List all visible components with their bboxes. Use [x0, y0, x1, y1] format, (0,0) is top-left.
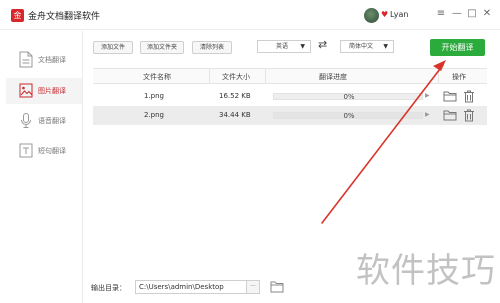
table-row[interactable]: 1.png 16.52 KB 0% ▶ — [93, 87, 487, 106]
file-size: 34.44 KB — [219, 111, 251, 119]
chevron-down-icon: ▼ — [383, 43, 388, 50]
column-divider — [438, 69, 439, 84]
table-row[interactable]: 2.png 34.44 KB 0% ▶ — [93, 106, 487, 125]
delete-icon[interactable] — [463, 90, 475, 103]
source-language-select[interactable]: 英语 ▼ — [257, 40, 311, 53]
sidebar-item-sentence-translate[interactable]: 短句翻译 — [6, 138, 82, 164]
open-output-folder-icon[interactable] — [270, 280, 284, 293]
close-button[interactable]: ✕ — [480, 7, 494, 21]
output-directory-label: 输出目录： — [91, 284, 126, 292]
play-icon[interactable]: ▶ — [425, 92, 430, 99]
column-divider — [209, 69, 210, 84]
progress-text: 0% — [343, 93, 355, 101]
menu-button[interactable]: ≡ — [434, 7, 448, 21]
text-icon — [19, 143, 33, 158]
chevron-down-icon: ▼ — [300, 43, 305, 50]
play-icon[interactable]: ▶ — [425, 111, 430, 118]
swap-languages-icon[interactable]: ⇄ — [318, 38, 327, 51]
app-logo-icon: 金 — [11, 9, 24, 22]
microphone-icon — [21, 113, 31, 128]
sidebar-item-image-translate[interactable]: 图片翻译 — [6, 78, 82, 104]
progress-bar: 0% — [273, 93, 423, 101]
sidebar-item-label: 语音翻译 — [38, 117, 66, 125]
progress-bar: 0% — [273, 112, 423, 120]
add-file-button[interactable]: 添加文件 — [93, 41, 133, 54]
header-progress: 翻译进度 — [319, 73, 347, 81]
file-name: 1.png — [144, 92, 165, 100]
user-avatar[interactable] — [364, 8, 379, 23]
sidebar-item-label: 短句翻译 — [38, 147, 66, 155]
output-directory-input[interactable]: C:\Users\admin\Desktop — [135, 280, 247, 294]
sidebar-item-voice-translate[interactable]: 语音翻译 — [6, 108, 82, 134]
add-folder-button[interactable]: 添加文件夹 — [140, 41, 184, 54]
sidebar-item-label: 文档翻译 — [38, 56, 66, 64]
minimize-button[interactable]: — — [450, 7, 464, 21]
image-icon — [19, 83, 33, 98]
progress-text: 0% — [343, 112, 355, 120]
vip-heart-icon: ♥ — [381, 10, 389, 19]
sidebar-item-label: 图片翻译 — [38, 87, 66, 95]
clear-list-button[interactable]: 清除列表 — [192, 41, 232, 54]
target-language-select[interactable]: 简体中文 ▼ — [340, 40, 394, 53]
source-language-value: 英语 — [276, 43, 289, 50]
sidebar-item-document-translate[interactable]: 文档翻译 — [6, 47, 82, 73]
header-file-size: 文件大小 — [222, 73, 250, 81]
maximize-button[interactable]: □ — [465, 7, 479, 21]
target-language-value: 简体中文 — [349, 43, 374, 50]
column-divider — [265, 69, 266, 84]
file-name: 2.png — [144, 111, 165, 119]
header-action: 操作 — [452, 73, 466, 81]
open-folder-icon[interactable] — [443, 90, 457, 102]
open-folder-icon[interactable] — [443, 109, 457, 121]
document-icon — [19, 51, 33, 68]
delete-icon[interactable] — [463, 109, 475, 122]
watermark-text: 软件技巧 — [356, 251, 496, 291]
browse-button[interactable]: ··· — [247, 280, 260, 294]
title-bar: 金 金舟文档翻译软件 ♥ Lyan ≡ — □ ✕ — [0, 0, 500, 30]
sidebar: 文档翻译 图片翻译 语音翻译 短句翻译 — [0, 31, 83, 303]
start-translate-button[interactable]: 开始翻译 — [430, 39, 485, 56]
table-header: 文件名称 文件大小 翻译进度 操作 — [93, 68, 487, 84]
username[interactable]: Lyan — [390, 10, 408, 19]
file-size: 16.52 KB — [219, 92, 251, 100]
header-file-name: 文件名称 — [143, 73, 171, 81]
app-title: 金舟文档翻译软件 — [28, 12, 101, 22]
